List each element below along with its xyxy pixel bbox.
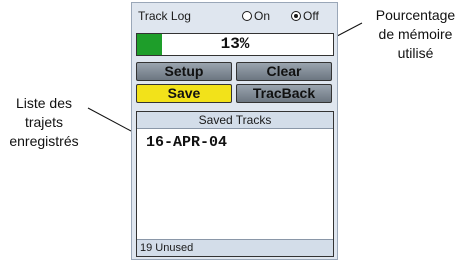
list-callout: Liste des trajets enregistrés <box>2 94 86 151</box>
radio-on[interactable]: On <box>242 9 270 23</box>
saved-tracks-footer: 19 Unused <box>137 239 333 256</box>
memory-callout-line2: de mémoire <box>378 26 453 42</box>
setup-button[interactable]: Setup <box>136 62 232 81</box>
list-callout-line3: enregistrés <box>9 133 79 149</box>
radio-on-circle-icon <box>242 11 252 21</box>
memory-callout-line3: utilisé <box>397 45 434 61</box>
tracback-button[interactable]: TracBack <box>236 84 332 103</box>
radio-off[interactable]: Off <box>291 9 319 23</box>
list-callout-line2: trajets <box>24 114 64 130</box>
saved-track-item[interactable]: 16-APR-04 <box>146 134 227 151</box>
list-callout-line1: Liste des <box>15 95 73 111</box>
radio-off-selected-icon <box>291 11 301 21</box>
save-button[interactable]: Save <box>136 84 232 103</box>
saved-tracks-header: Saved Tracks <box>137 112 333 129</box>
clear-button[interactable]: Clear <box>236 62 332 81</box>
radio-off-label: Off <box>303 9 319 23</box>
list-callout-line <box>87 107 132 132</box>
memory-usage-percent: 13% <box>220 35 250 53</box>
memory-callout-line1: Pourcentage <box>375 7 456 23</box>
track-log-row: Track Log On Off <box>136 8 334 24</box>
memory-callout: Pourcentage de mémoire utilisé <box>368 6 463 63</box>
device-screen: Track Log On Off 13% Setup Clear Save Tr… <box>131 2 338 260</box>
saved-tracks-list: Saved Tracks 16-APR-04 19 Unused <box>136 111 334 257</box>
track-log-title: Track Log <box>138 9 191 23</box>
radio-on-label: On <box>254 9 271 23</box>
memory-usage-bar: 13% <box>136 33 334 56</box>
